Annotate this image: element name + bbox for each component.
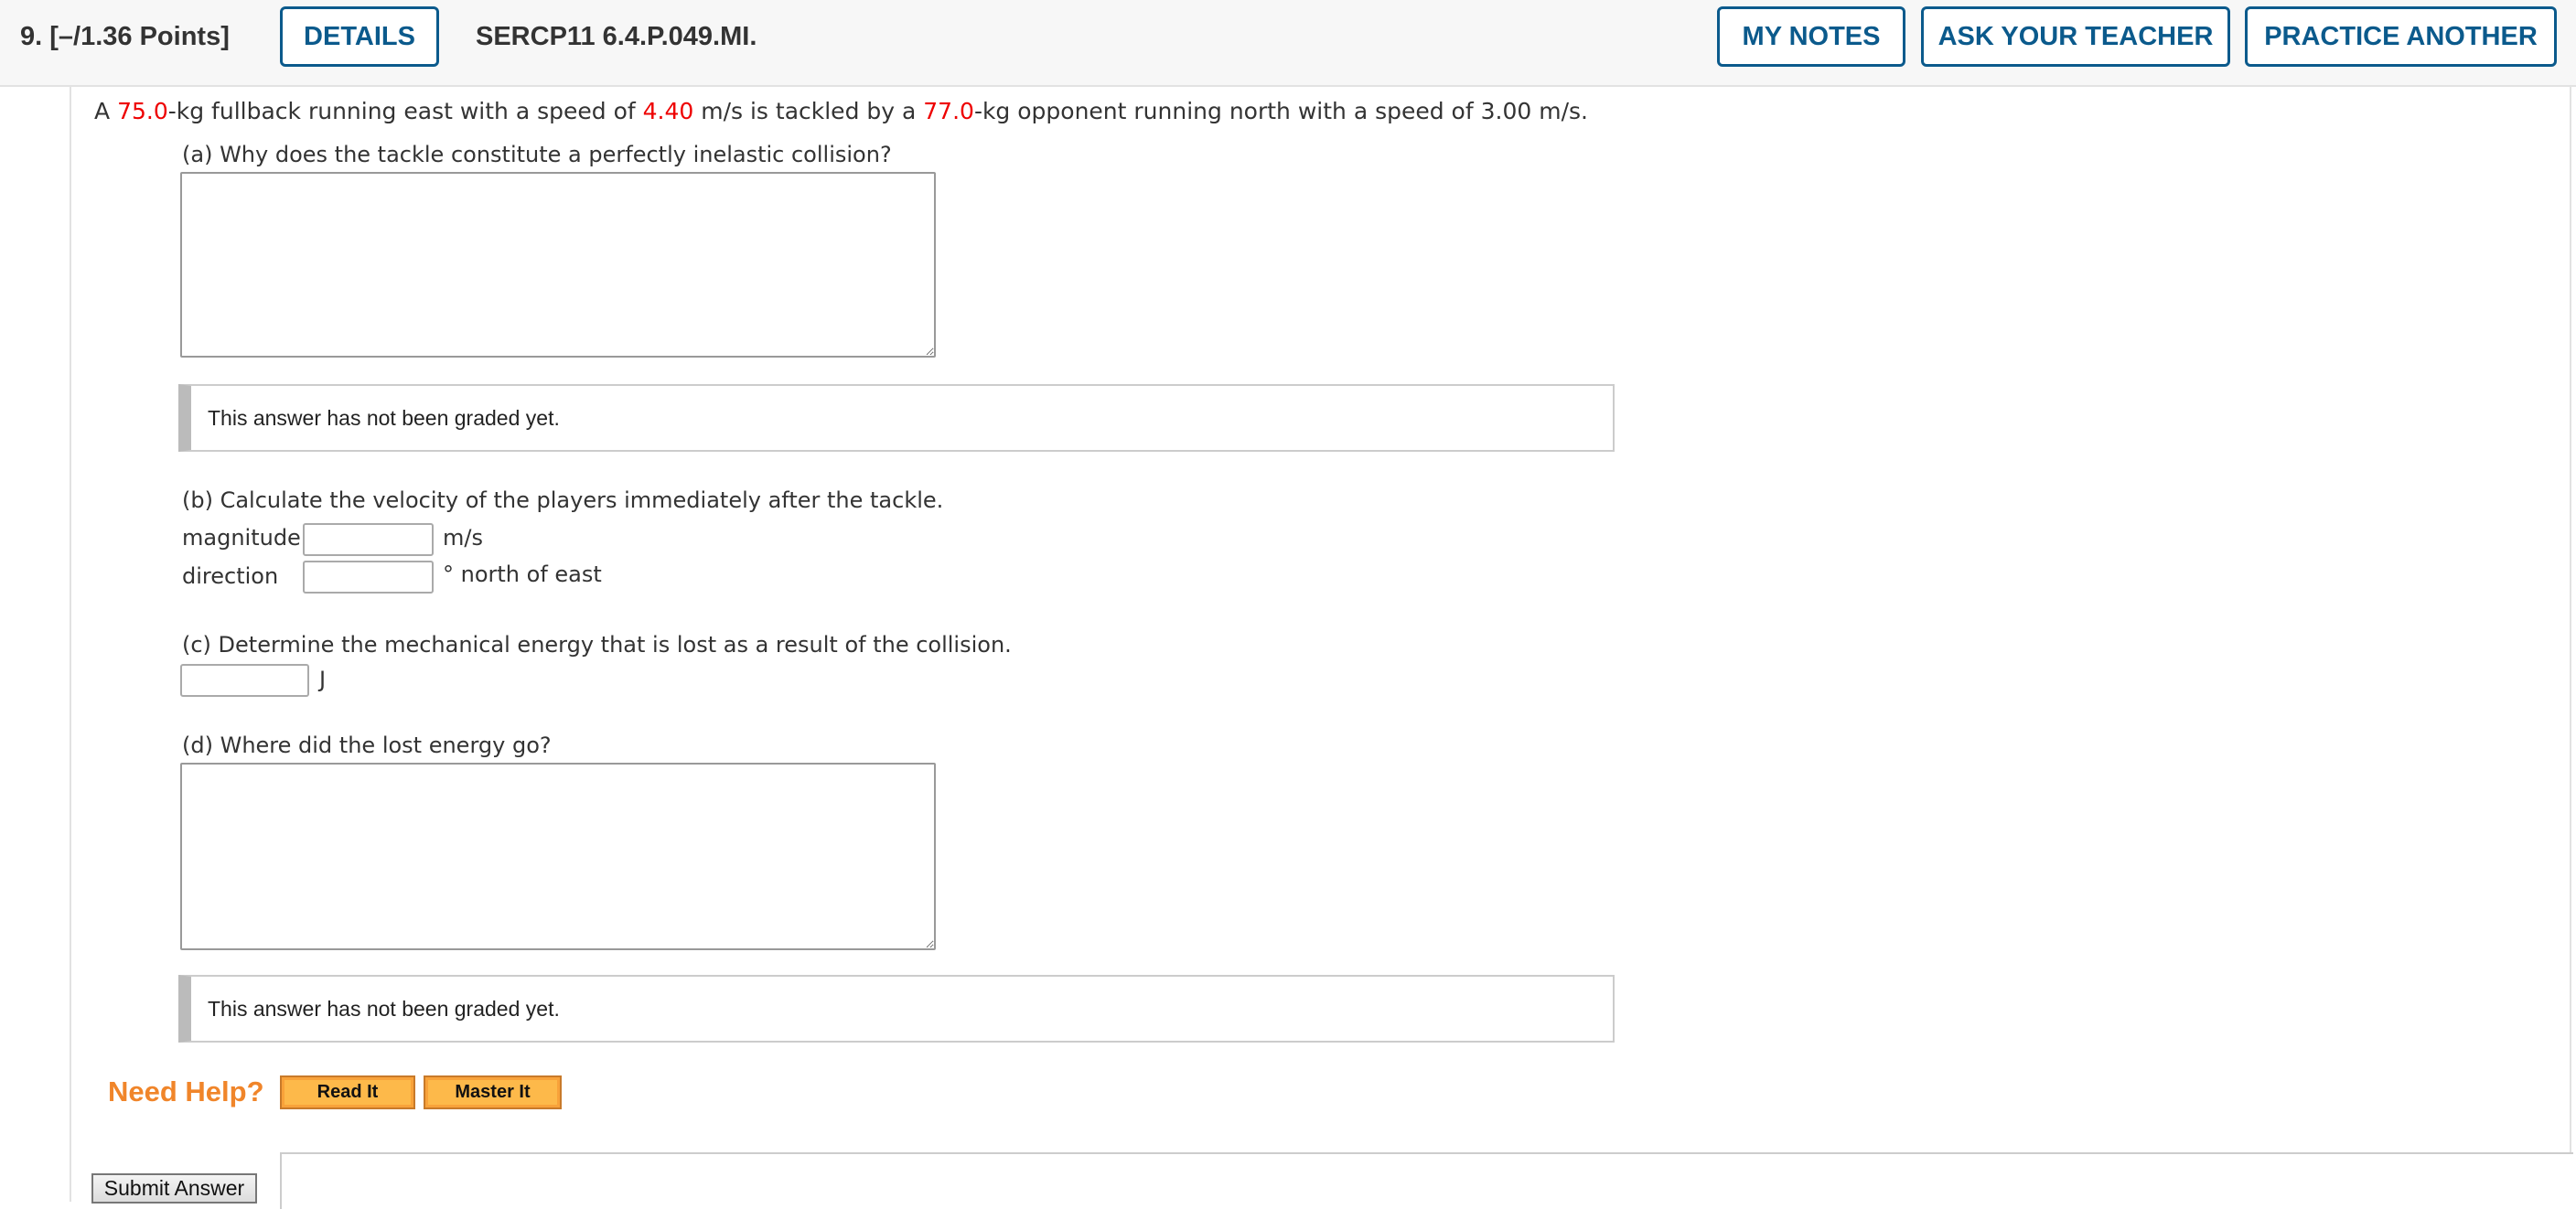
part-a-answer-textarea[interactable] bbox=[180, 172, 936, 358]
content-right-border bbox=[2570, 87, 2571, 1152]
part-b-question: (b) Calculate the velocity of the player… bbox=[182, 487, 944, 513]
practice-another-button[interactable]: PRACTICE ANOTHER bbox=[2245, 6, 2557, 67]
energy-lost-input[interactable] bbox=[180, 664, 309, 697]
magnitude-unit: m/s bbox=[443, 525, 483, 551]
part-d-grade-status: This answer has not been graded yet. bbox=[178, 975, 1615, 1043]
submission-area bbox=[280, 1152, 2573, 1209]
magnitude-label: magnitude bbox=[182, 525, 301, 551]
problem-statement: A 75.0-kg fullback running east with a s… bbox=[94, 98, 1588, 124]
details-button[interactable]: DETAILS bbox=[280, 6, 439, 67]
part-a-question: (a) Why does the tackle constitute a per… bbox=[182, 142, 892, 167]
part-a-grade-status: This answer has not been graded yet. bbox=[178, 384, 1615, 452]
question-header: 9. [–/1.36 Points] DETAILS SERCP11 6.4.P… bbox=[0, 0, 2576, 87]
my-notes-button[interactable]: MY NOTES bbox=[1717, 6, 1905, 67]
master-it-button[interactable]: Master It bbox=[424, 1075, 562, 1109]
part-d-answer-textarea[interactable] bbox=[180, 763, 936, 950]
part-d-question: (d) Where did the lost energy go? bbox=[182, 733, 552, 758]
direction-unit: ° north of east bbox=[443, 562, 602, 587]
part-c-question: (c) Determine the mechanical energy that… bbox=[182, 632, 1012, 658]
energy-unit: J bbox=[319, 667, 327, 692]
problem-id: SERCP11 6.4.P.049.MI. bbox=[476, 22, 757, 51]
submit-answer-button[interactable]: Submit Answer bbox=[91, 1173, 257, 1204]
need-help-label: Need Help? bbox=[108, 1075, 264, 1107]
read-it-button[interactable]: Read It bbox=[280, 1075, 415, 1109]
magnitude-input[interactable] bbox=[303, 523, 434, 556]
question-points: 9. [–/1.36 Points] bbox=[20, 22, 230, 51]
ask-teacher-button[interactable]: ASK YOUR TEACHER bbox=[1921, 6, 2230, 67]
content-left-border bbox=[70, 87, 71, 1202]
direction-input[interactable] bbox=[303, 561, 434, 594]
direction-label: direction bbox=[182, 563, 279, 589]
